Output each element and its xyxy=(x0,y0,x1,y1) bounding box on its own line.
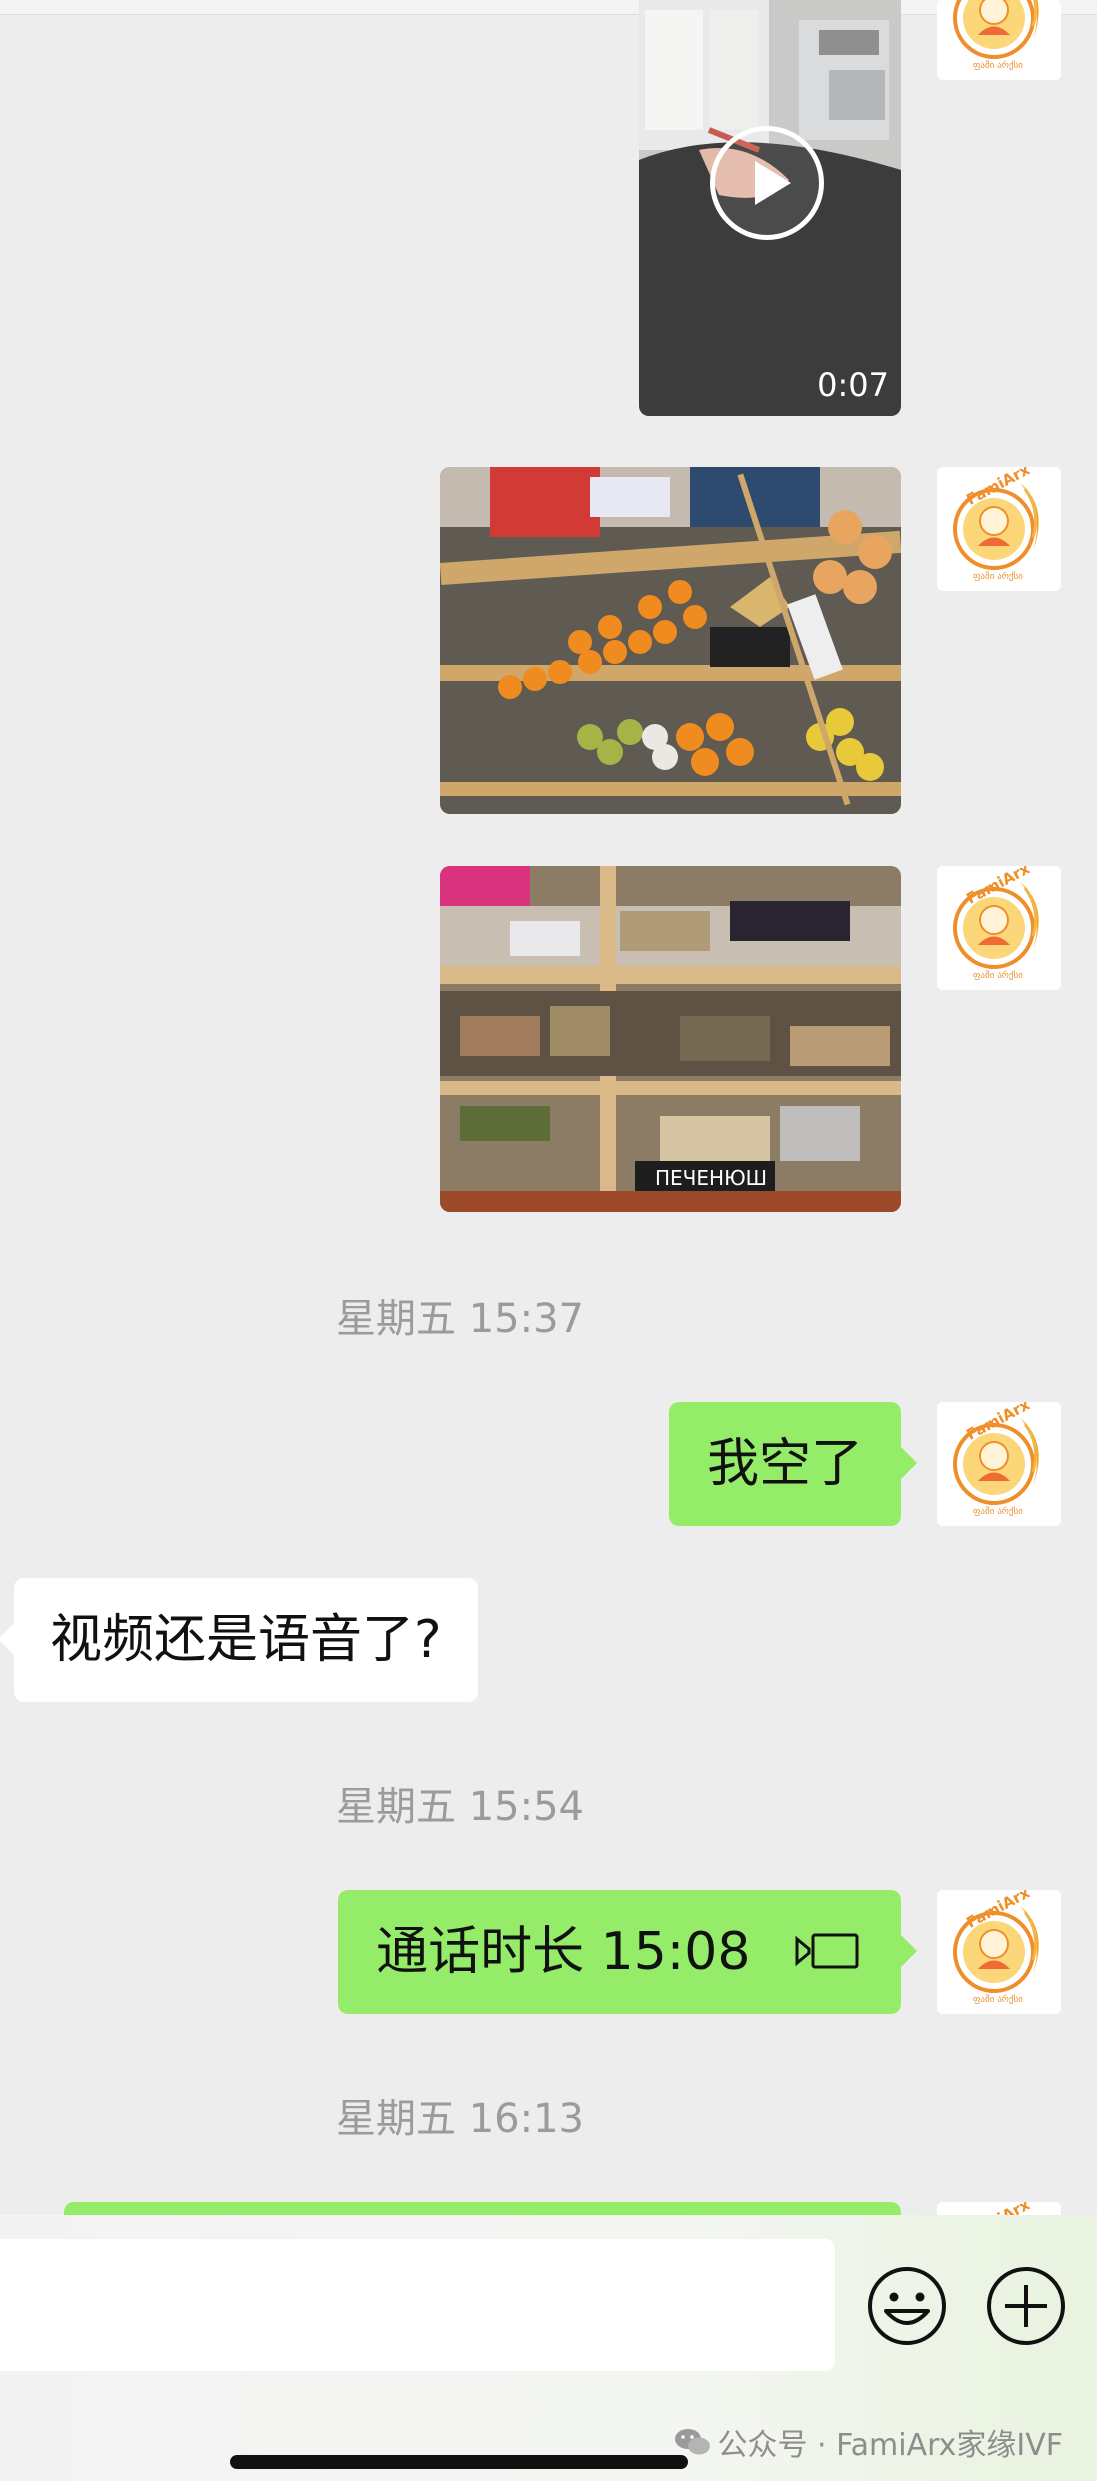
message-input[interactable] xyxy=(0,2239,835,2371)
play-button-icon[interactable] xyxy=(710,126,824,240)
avatar[interactable] xyxy=(937,0,1061,80)
message-bubble-outgoing[interactable]: 我空了 xyxy=(668,1402,918,1526)
video-message[interactable]: 0:07 xyxy=(639,0,901,416)
call-duration-label: 通话时长 xyxy=(376,1922,585,1982)
timestamp: 星期五 15:37 xyxy=(336,1296,584,1342)
home-indicator xyxy=(230,2455,688,2469)
emoji-icon[interactable] xyxy=(866,2265,948,2347)
chat-input-bar: 公众号 · FamiArx家缘IVF xyxy=(0,2215,1097,2481)
plus-icon[interactable] xyxy=(985,2265,1067,2347)
famiarx-logo-icon xyxy=(937,866,1061,990)
fruit-shelves-photo xyxy=(440,467,901,814)
image-message-fruit-shelves[interactable] xyxy=(440,467,901,814)
timestamp: 星期五 15:54 xyxy=(336,1784,584,1830)
avatar[interactable] xyxy=(937,1402,1061,1526)
watermark-text: 公众号 · FamiArx家缘IVF xyxy=(717,2428,1063,2463)
video-duration: 0:07 xyxy=(817,366,889,404)
call-record-bubble[interactable]: 通话时长 15:08 xyxy=(338,1890,917,2014)
avatar[interactable] xyxy=(937,467,1061,591)
avatar[interactable] xyxy=(937,866,1061,990)
call-duration-value: 15:08 xyxy=(600,1922,751,1982)
famiarx-logo-icon xyxy=(937,0,1061,80)
wechat-icon xyxy=(674,2429,710,2455)
message-bubble-incoming[interactable]: 视频还是语音了? xyxy=(0,1578,478,1702)
watermark: 公众号 · FamiArx家缘IVF xyxy=(674,2420,1063,2464)
famiarx-logo-icon xyxy=(937,467,1061,591)
avatar[interactable] xyxy=(937,1890,1061,2014)
video-call-icon xyxy=(795,1933,859,1969)
top-divider xyxy=(0,0,1097,15)
famiarx-logo-icon xyxy=(937,1402,1061,1526)
image-message-nut-shelves[interactable]: ПЕЧЕНЮШ xyxy=(440,866,901,1212)
svg-text:ПЕЧЕНЮШ: ПЕЧЕНЮШ xyxy=(655,1166,767,1190)
timestamp: 星期五 16:13 xyxy=(336,2096,584,2142)
nut-shelves-photo: ПЕЧЕНЮШ xyxy=(440,866,901,1212)
famiarx-logo-icon xyxy=(937,1890,1061,2014)
